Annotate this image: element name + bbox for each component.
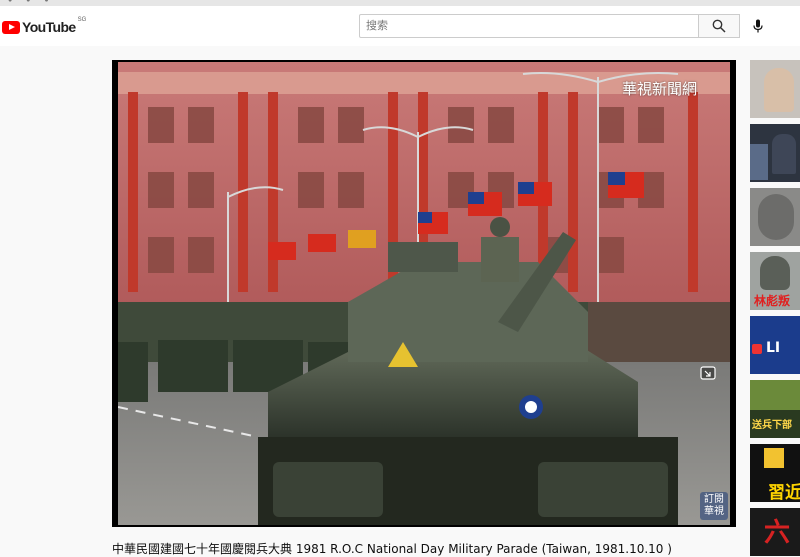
search-input[interactable]: [360, 15, 698, 37]
corner-logo-line1: 訂閱: [704, 494, 724, 505]
browser-tab-icons: ● ● ●: [8, 0, 55, 4]
miniplayer-button[interactable]: [700, 366, 720, 382]
thumbnail-overlay-text: 林彪叛: [754, 294, 791, 308]
video-title: 中華民國建國七十年國慶閱兵大典 1981 R.O.C National Day …: [112, 542, 672, 556]
corner-logo-line2: 華視: [704, 506, 724, 517]
search-icon: [712, 19, 726, 33]
voice-search-button[interactable]: [746, 15, 770, 37]
youtube-logo[interactable]: YouTube SG: [2, 17, 87, 36]
subscribe-channel-logo[interactable]: 訂閱 華視: [700, 492, 728, 520]
thumbnail-overlay-text: 送兵下部: [752, 420, 792, 431]
video-frame: [118, 62, 730, 525]
miniplayer-icon: [700, 366, 716, 380]
recommended-thumbnail[interactable]: LI: [750, 316, 800, 374]
video-player[interactable]: 華視新聞網 訂閱 華視: [112, 60, 736, 527]
youtube-play-icon: [2, 20, 20, 34]
channel-watermark: 華視新聞網: [622, 80, 698, 98]
recommended-thumbnail[interactable]: [750, 60, 800, 118]
logo-text: YouTube: [22, 19, 76, 35]
recommended-thumbnail[interactable]: 習近: [750, 444, 800, 502]
region-code: SG: [77, 17, 87, 23]
recommended-thumbnail[interactable]: 送兵下部: [750, 380, 800, 438]
recommended-thumbnail[interactable]: [750, 188, 800, 246]
recommended-thumbnail[interactable]: [750, 124, 800, 182]
thumbnail-overlay-text: 習近: [768, 483, 800, 502]
search-box: [359, 14, 699, 38]
masthead: YouTube SG: [0, 6, 800, 46]
recommended-thumbnail[interactable]: 林彪叛: [750, 252, 800, 310]
microphone-icon: [753, 19, 763, 33]
search-button[interactable]: [699, 14, 740, 38]
thumbnail-overlay-text: LI: [766, 340, 781, 356]
recommended-thumbnail[interactable]: 六: [750, 508, 800, 556]
thumbnail-overlay-text: 六: [764, 518, 791, 548]
